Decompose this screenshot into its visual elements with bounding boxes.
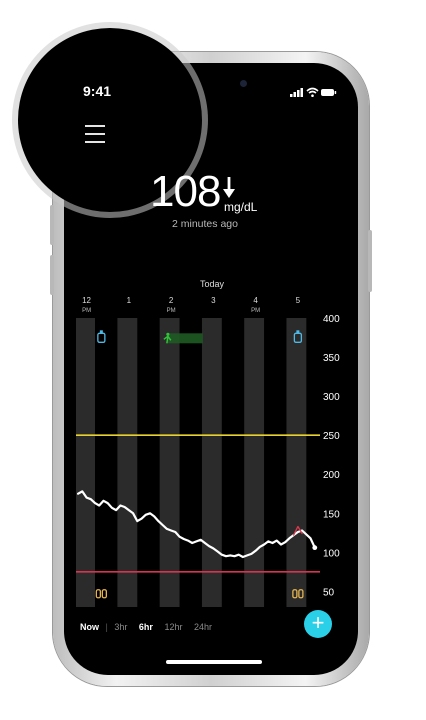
- x-tick-label: 4: [253, 296, 258, 305]
- x-tick-ampm: PM: [82, 308, 91, 314]
- x-tick-label: 1: [127, 296, 132, 305]
- x-tick-label: 3: [211, 296, 216, 305]
- hour-band: [117, 318, 138, 607]
- insulin-pen-cap: [99, 330, 103, 334]
- chart-title: Today: [200, 279, 225, 289]
- range-tab-6hr[interactable]: 6hr: [139, 622, 153, 632]
- y-tick-label: 100: [323, 548, 340, 559]
- y-tick-label: 300: [323, 392, 340, 403]
- status-icons: [290, 87, 337, 97]
- power-button: [368, 230, 372, 292]
- current-reading-dot: [312, 545, 318, 551]
- range-tab-3hr[interactable]: 3hr: [114, 622, 127, 632]
- range-tab-12hr[interactable]: 12hr: [164, 622, 182, 632]
- glucose-unit: mg/dL: [224, 200, 258, 214]
- glucose-chart: Today12PM1 2PM3 4PM54003503002502001501005…: [76, 279, 340, 607]
- insulin-pen-cap: [296, 330, 300, 334]
- glucose-line: [77, 490, 316, 559]
- y-tick-label: 400: [323, 314, 340, 325]
- x-tick-ampm: PM: [251, 308, 260, 314]
- hour-band: [244, 318, 265, 607]
- add-event-button[interactable]: +: [304, 610, 332, 638]
- reading-timestamp: 2 minutes ago: [172, 218, 238, 230]
- wifi-icon: [306, 87, 319, 97]
- hour-band: [159, 318, 180, 607]
- battery-icon: [321, 89, 337, 96]
- range-tab-now[interactable]: Now: [80, 622, 99, 632]
- hamburger-menu-icon[interactable]: [85, 125, 105, 143]
- y-tick-label: 350: [323, 353, 340, 364]
- insulin-pen-icon: [97, 332, 106, 343]
- volume-down-button: [50, 255, 54, 295]
- time-range-selector: Now | 3hr 6hr 12hr 24hr: [80, 622, 212, 632]
- range-divider: |: [105, 622, 108, 632]
- home-indicator: [166, 660, 262, 664]
- x-tick-label: 2: [169, 296, 174, 305]
- glucose-value: 108: [150, 167, 221, 216]
- x-tick-label: 5: [296, 296, 301, 305]
- hour-band: [76, 318, 96, 607]
- volume-up-button: [50, 205, 54, 245]
- x-tick-label: 12: [82, 296, 91, 305]
- meal-icon-part: [101, 589, 108, 599]
- down-arrow-icon: [223, 177, 235, 198]
- y-tick-label: 250: [323, 431, 340, 442]
- y-tick-label: 50: [323, 587, 335, 598]
- x-tick-ampm: PM: [167, 308, 176, 314]
- meal-icon: [95, 589, 102, 599]
- hour-band: [286, 318, 307, 607]
- hour-band: [201, 318, 222, 607]
- exercise-duration-bar: [166, 333, 203, 344]
- range-tab-24hr[interactable]: 24hr: [194, 622, 212, 632]
- status-time: 9:41: [83, 83, 112, 99]
- y-tick-label: 200: [323, 470, 340, 481]
- y-tick-label: 150: [323, 509, 340, 520]
- front-camera: [240, 80, 247, 87]
- signal-icon: [290, 88, 303, 97]
